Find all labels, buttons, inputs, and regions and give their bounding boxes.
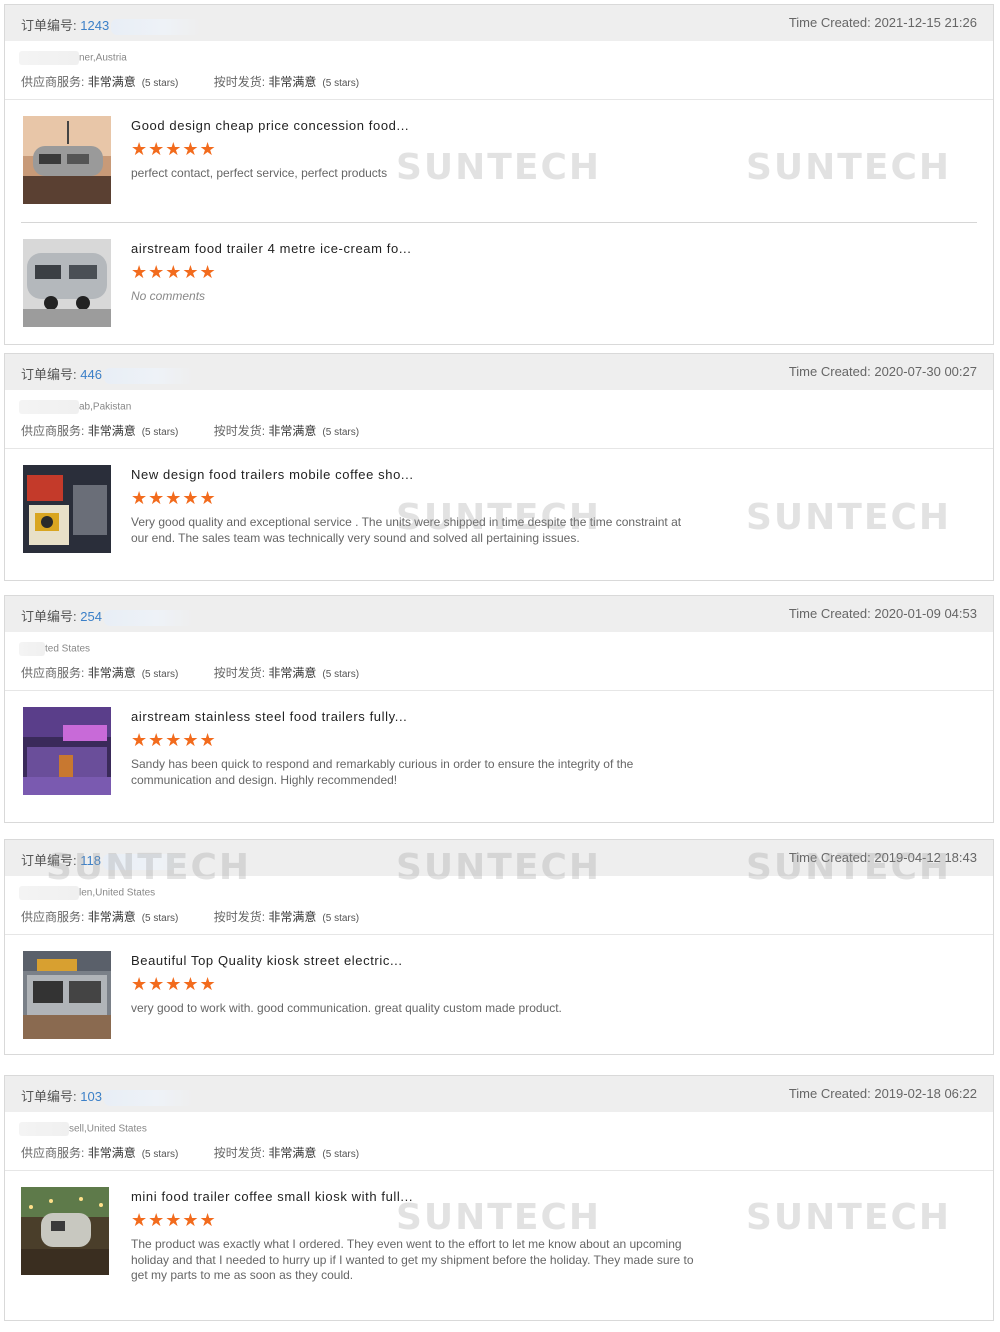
rating-stars: ★★★★★ [131, 488, 217, 508]
order-card: 订单编号: 446 Time Created: 2020-07-30 00:27… [4, 353, 994, 581]
buyer-info: ted States 供应商服务: 非常满意 (5 stars) 按时发货: 非常… [5, 632, 993, 691]
time-created: Time Created: 2019-04-12 18:43 [788, 850, 977, 865]
product-title[interactable]: Good design cheap price concession food.… [131, 118, 409, 133]
product-image[interactable] [21, 1187, 109, 1275]
order-card: 订单编号: 103 Time Created: 2019-02-18 06:22… [4, 1075, 994, 1321]
product-image[interactable] [23, 951, 111, 1039]
order-header: 订单编号: 118 Time Created: 2019-04-12 18:43 [5, 840, 993, 876]
review-comment: No comments [131, 289, 206, 303]
time-created: Time Created: 2019-02-18 06:22 [788, 1086, 977, 1101]
seller-ratings: 供应商服务: 非常满意 (5 stars) 按时发货: 非常满意 (5 stars) [21, 424, 360, 438]
product-review: Beautiful Top Quality kiosk street elect… [21, 935, 977, 1053]
buyer-location: ab,Pakistan [19, 400, 131, 414]
order-card: 订单编号: 1243 Time Created: 2021-12-15 21:2… [4, 4, 994, 345]
seller-ratings: 供应商服务: 非常满意 (5 stars) 按时发货: 非常满意 (5 stars) [21, 666, 360, 680]
order-number: 订单编号: 1243 [21, 15, 202, 35]
redaction-mask [103, 367, 194, 384]
product-image[interactable] [23, 707, 111, 795]
seller-ratings: 供应商服务: 非常满意 (5 stars) 按时发货: 非常满意 (5 stars) [21, 75, 360, 89]
rating-stars: ★★★★★ [131, 974, 217, 994]
review-comment: Very good quality and exceptional servic… [131, 515, 682, 545]
order-number-link[interactable]: 118 [80, 853, 101, 868]
review-comment: perfect contact, perfect service, perfec… [131, 166, 388, 180]
product-review: airstream food trailer 4 metre ice-cream… [21, 222, 977, 345]
product-title[interactable]: mini food trailer coffee small kiosk wit… [131, 1189, 413, 1204]
product-review: mini food trailer coffee small kiosk wit… [21, 1171, 977, 1319]
rating-stars: ★★★★★ [131, 1210, 217, 1230]
rating-stars: ★★★★★ [131, 730, 217, 750]
order-number-link[interactable]: 446 [80, 367, 102, 382]
redaction-mask [111, 18, 202, 35]
order-number-link[interactable]: 254 [80, 609, 102, 624]
product-image[interactable] [23, 239, 111, 327]
redaction-mask [102, 853, 193, 870]
order-number-link[interactable]: 1243 [80, 18, 109, 33]
order-card: 订单编号: 254 Time Created: 2020-01-09 04:53… [4, 595, 994, 823]
time-created: Time Created: 2021-12-15 21:26 [788, 15, 977, 30]
order-header: 订单编号: 254 Time Created: 2020-01-09 04:53 [5, 596, 993, 632]
product-title[interactable]: airstream food trailer 4 metre ice-cream… [131, 241, 411, 256]
buyer-location: len,United States [19, 886, 155, 900]
product-review: airstream stainless steel food trailers … [21, 691, 977, 821]
order-header: 订单编号: 1243 Time Created: 2021-12-15 21:2… [5, 5, 993, 41]
seller-ratings: 供应商服务: 非常满意 (5 stars) 按时发货: 非常满意 (5 stars) [21, 1146, 360, 1160]
rating-stars: ★★★★★ [131, 139, 217, 159]
product-title[interactable]: airstream stainless steel food trailers … [131, 709, 407, 724]
order-card: 订单编号: 118 Time Created: 2019-04-12 18:43… [4, 839, 994, 1055]
product-review: Good design cheap price concession food.… [21, 100, 977, 222]
buyer-info: ab,Pakistan 供应商服务: 非常满意 (5 stars) 按时发货: 非… [5, 390, 993, 449]
redaction-mask [103, 609, 194, 626]
buyer-info: ner,Austria 供应商服务: 非常满意 (5 stars) 按时发货: 非… [5, 41, 993, 100]
rating-stars: ★★★★★ [131, 262, 217, 282]
product-title[interactable]: New design food trailers mobile coffee s… [131, 467, 414, 482]
review-comment: Sandy has been quick to respond and rema… [131, 757, 634, 787]
order-number: 订单编号: 254 [21, 606, 194, 626]
buyer-location: sell,United States [19, 1122, 147, 1136]
buyer-info: sell,United States 供应商服务: 非常满意 (5 stars) … [5, 1112, 993, 1171]
product-title[interactable]: Beautiful Top Quality kiosk street elect… [131, 953, 403, 968]
order-header: 订单编号: 446 Time Created: 2020-07-30 00:27 [5, 354, 993, 390]
product-image[interactable] [23, 116, 111, 204]
buyer-location: ner,Austria [19, 51, 127, 65]
review-comment: The product was exactly what I ordered. … [131, 1237, 694, 1282]
product-image[interactable] [23, 465, 111, 553]
order-number: 订单编号: 103 [21, 1086, 194, 1106]
buyer-info: len,United States 供应商服务: 非常满意 (5 stars) 按… [5, 876, 993, 935]
time-created: Time Created: 2020-01-09 04:53 [788, 606, 977, 621]
order-number-link[interactable]: 103 [80, 1089, 102, 1104]
buyer-location: ted States [19, 642, 90, 656]
seller-ratings: 供应商服务: 非常满意 (5 stars) 按时发货: 非常满意 (5 stars) [21, 910, 360, 924]
product-review: New design food trailers mobile coffee s… [21, 449, 977, 579]
order-number: 订单编号: 446 [21, 364, 194, 384]
order-header: 订单编号: 103 Time Created: 2019-02-18 06:22 [5, 1076, 993, 1112]
review-comment: very good to work with. good communicati… [131, 1001, 562, 1015]
redaction-mask [103, 1089, 194, 1106]
time-created: Time Created: 2020-07-30 00:27 [788, 364, 977, 379]
order-number: 订单编号: 118 [21, 850, 193, 870]
